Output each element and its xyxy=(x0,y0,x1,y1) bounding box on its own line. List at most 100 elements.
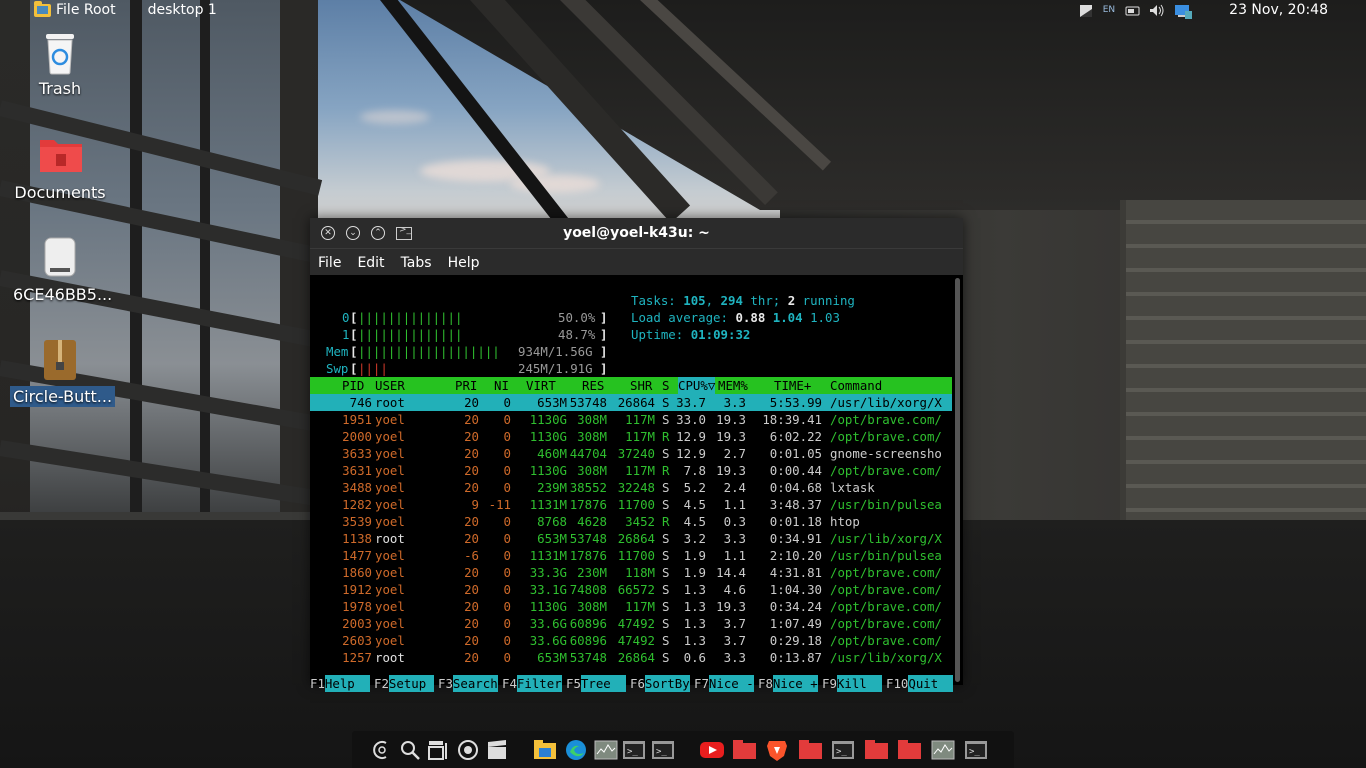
system-monitor-icon[interactable] xyxy=(931,738,955,762)
cell-mem: 2.7 xyxy=(723,446,746,461)
process-row[interactable]: 1477 yoel -6 0 1131M 17876 11700 S 1.9 1.1 2:10.20… xyxy=(310,547,952,564)
process-row[interactable]: 1978 yoel 20 0 1130G 308M 117M S 1.3 19.3 0:34.24/… xyxy=(310,598,952,615)
desktop-icon-label: Trash xyxy=(38,79,82,98)
keyboard-layout[interactable]: EN xyxy=(1103,5,1115,15)
fkey-number: F8 xyxy=(758,676,773,691)
file-manager-icon[interactable] xyxy=(533,738,557,762)
process-row[interactable]: 1951 yoel 20 0 1130G 308M 117M S 33.0 19.3 18:39.4… xyxy=(310,411,952,428)
svg-text:>_: >_ xyxy=(627,747,638,757)
terminal-icon[interactable]: >_ xyxy=(964,738,988,762)
fkey-f7[interactable]: F7Nice - xyxy=(694,675,754,692)
fkey-f6[interactable]: F6SortBy xyxy=(630,675,690,692)
brave-icon[interactable] xyxy=(765,738,789,762)
notification-icon[interactable] xyxy=(1079,4,1093,17)
fkey-f2[interactable]: F2Setup xyxy=(374,675,434,692)
fkey-label: SortBy xyxy=(644,675,690,692)
screenshot-icon[interactable] xyxy=(456,738,480,762)
clock[interactable]: 23 Nov, 20:48 xyxy=(1229,2,1328,18)
terminal-icon[interactable]: >_ xyxy=(651,738,675,762)
folder-icon[interactable] xyxy=(864,738,888,762)
folder-icon xyxy=(38,134,82,178)
terminal-window[interactable]: ✕ ⌄ ⌃ >_ yoel@yoel-k43u: ~ File Edit Tab… xyxy=(310,218,963,692)
menu-bar: File Edit Tabs Help xyxy=(310,248,963,276)
col-time: TIME+ xyxy=(774,378,812,393)
cell-cmd: htop xyxy=(830,514,860,529)
process-row[interactable]: 3488 yoel 20 0 239M 38552 32248 S 5.2 2.4 0:04.68 l… xyxy=(310,479,952,496)
storage-icon[interactable] xyxy=(1125,4,1140,17)
search-icon[interactable] xyxy=(398,738,422,762)
system-monitor-icon[interactable] xyxy=(594,738,618,762)
desktop-icon-trash[interactable]: Trash xyxy=(10,30,110,99)
cell-mem: 4.6 xyxy=(723,582,746,597)
process-row[interactable]: 1860 yoel 20 0 33.3G 230M 118M S 1.9 14.4 4:31.81/… xyxy=(310,564,952,581)
process-row[interactable]: 1138 root 20 0 653M 53748 26864 S 3.2 3.3 0:34.91/… xyxy=(310,530,952,547)
process-row[interactable]: 2000 yoel 20 0 1130G 308M 117M R 12.9 19.3 6:02.22… xyxy=(310,428,952,445)
menu-file[interactable]: File xyxy=(310,255,349,271)
window-title: yoel@yoel-k43u: ~ xyxy=(563,225,710,241)
desktop-icon-archive[interactable]: Circle-Butt... xyxy=(10,338,116,407)
cell-mem: 19.3 xyxy=(716,412,746,427)
process-row[interactable]: 3631 yoel 20 0 1130G 308M 117M R 7.8 19.3 0:00.44/… xyxy=(310,462,952,479)
cell-time: 0:00.44 xyxy=(769,463,822,478)
volume-icon[interactable] xyxy=(1149,4,1164,17)
window-switcher-icon[interactable] xyxy=(426,738,450,762)
desktop-switcher[interactable]: desktop 1 xyxy=(148,2,217,18)
file-root-launcher[interactable]: File Root xyxy=(34,0,116,18)
col-shr: SHR xyxy=(630,378,653,393)
fkey-f1[interactable]: F1Help xyxy=(310,675,370,692)
cell-time: 2:10.20 xyxy=(769,548,822,563)
process-row[interactable]: 3539 yoel 20 0 8768 4628 3452 R 4.5 0.3 0:01.18 hto… xyxy=(310,513,952,530)
cell-mem: 19.3 xyxy=(716,599,746,614)
cell-cmd: /opt/brave.com/ xyxy=(830,616,942,631)
desktop-icon-documents[interactable]: Documents xyxy=(10,134,110,203)
desktop-icon-drive[interactable]: 6CE46BB5... xyxy=(10,236,112,305)
title-bar[interactable]: ✕ ⌄ ⌃ >_ yoel@yoel-k43u: ~ xyxy=(310,218,963,248)
fkey-label: Setup xyxy=(388,675,434,692)
process-row[interactable]: 1257 root 20 0 653M 53748 26864 S 0.6 3.3 0:13.87/… xyxy=(310,649,952,666)
cell-cmd: /usr/bin/pulsea xyxy=(830,497,942,512)
menu-edit[interactable]: Edit xyxy=(349,255,392,271)
process-row[interactable]: 3633 yoel 20 0 460M 44704 37240 S 12.9 2.7 0:01.05… xyxy=(310,445,952,462)
process-row[interactable]: 1912 yoel 20 0 33.1G 74808 66572 S 1.3 4.6 1:04.30… xyxy=(310,581,952,598)
fkey-f5[interactable]: F5Tree xyxy=(566,675,626,692)
process-row[interactable]: 746 root 20 0 653M 53748 26864 S 33.7 3.3 5:53.99/… xyxy=(310,394,952,411)
youtube-icon[interactable] xyxy=(700,738,724,762)
fkey-f9[interactable]: F9Kill xyxy=(822,675,882,692)
folder-icon[interactable] xyxy=(732,738,756,762)
fkey-label: Quit xyxy=(908,675,954,692)
menu-help[interactable]: Help xyxy=(440,255,488,271)
terminal-icon[interactable]: >_ xyxy=(622,738,646,762)
fkey-label: Kill xyxy=(836,675,882,692)
col-pid: PID xyxy=(342,378,365,393)
fkey-f4[interactable]: F4Filter xyxy=(502,675,562,692)
fkey-f3[interactable]: F3Search xyxy=(438,675,498,692)
col-cpu: CPU%▽ xyxy=(678,377,716,394)
clapper-icon[interactable] xyxy=(485,738,509,762)
function-key-bar: F1Help F2Setup F3Search F4Filter F5Tree F6… xyxy=(310,675,954,692)
cell-mem: 0.3 xyxy=(723,514,746,529)
menu-tabs[interactable]: Tabs xyxy=(393,255,440,271)
process-row[interactable]: 1282 yoel 9 -11 1131M 17876 11700 S 4.5 1.1 3:48.3… xyxy=(310,496,952,513)
process-row[interactable]: 2603 yoel 20 0 33.6G 60896 47492 S 1.3 3.7 0:29.18… xyxy=(310,632,952,649)
col-mem: MEM% xyxy=(718,378,748,393)
cell-cmd: /opt/brave.com/ xyxy=(830,599,942,614)
cell-time: 1:04.30 xyxy=(769,582,822,597)
svg-text:>_: >_ xyxy=(969,747,980,757)
process-table-header[interactable]: PID USER PRI NI VIRT RES SHR S CPU%▽ MEM… xyxy=(310,377,952,394)
scrollbar[interactable] xyxy=(955,278,960,682)
cell-cmd: /opt/brave.com/ xyxy=(830,633,942,648)
process-row[interactable]: 2003 yoel 20 0 33.6G 60896 47492 S 1.3 3.7 1:07.49… xyxy=(310,615,952,632)
folder-icon[interactable] xyxy=(897,738,921,762)
debian-icon[interactable] xyxy=(370,738,394,762)
desktop-icon-label: Documents xyxy=(14,183,106,202)
terminal-icon[interactable]: >_ xyxy=(831,738,855,762)
edge-icon[interactable] xyxy=(564,738,588,762)
archive-icon xyxy=(38,338,82,382)
fkey-number: F1 xyxy=(310,676,325,691)
folder-icon[interactable] xyxy=(798,738,822,762)
fkey-f8[interactable]: F8Nice + xyxy=(758,675,818,692)
network-icon[interactable] xyxy=(1173,4,1193,19)
fkey-f10[interactable]: F10Quit xyxy=(886,675,954,692)
cell-time: 0:29.18 xyxy=(769,633,822,648)
htop-screen[interactable]: 0[|||||||||||||| 50.0%] 1[|||||||||||||| 4… xyxy=(310,275,963,692)
